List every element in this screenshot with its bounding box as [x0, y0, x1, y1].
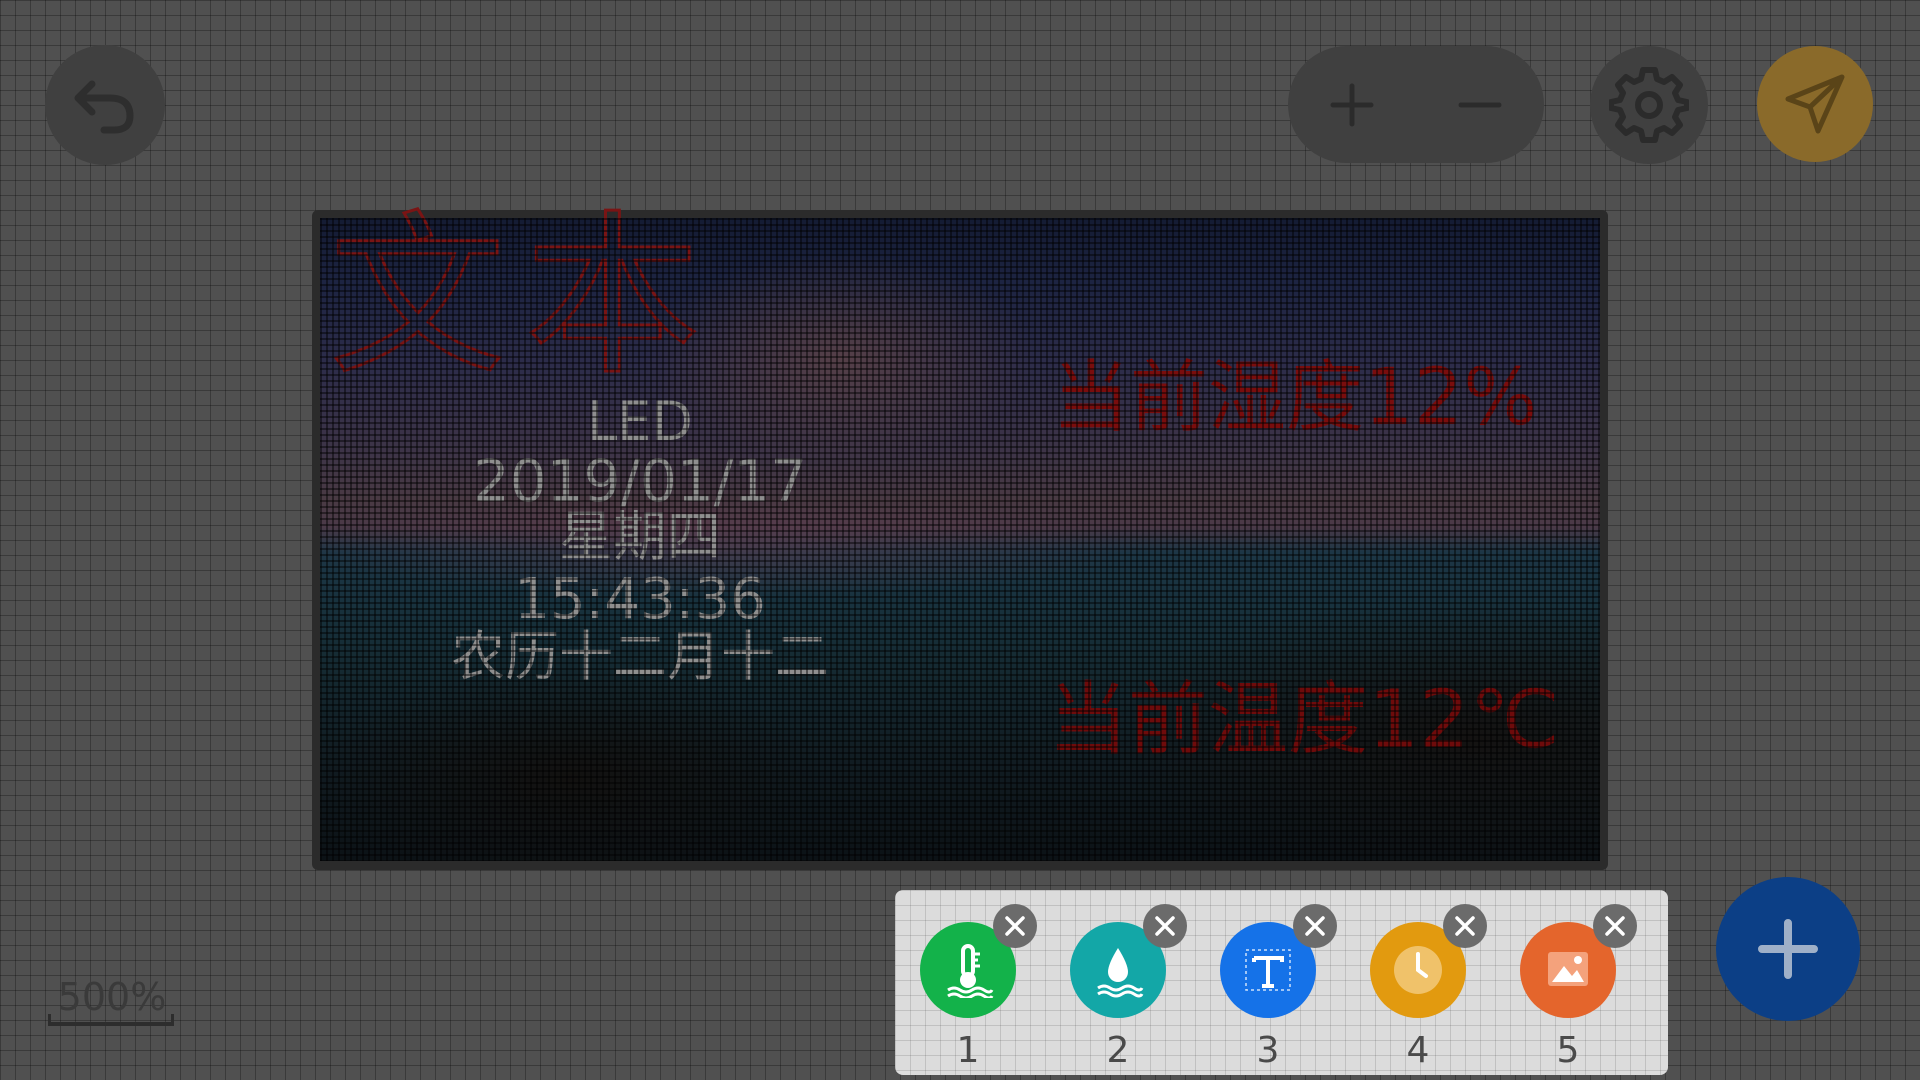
plus-icon — [1330, 83, 1374, 126]
close-icon — [1305, 916, 1325, 936]
led-text-item[interactable]: 文本 — [329, 209, 720, 387]
plus-icon — [1758, 919, 1818, 979]
layer-4-remove-button[interactable] — [1443, 904, 1487, 948]
layer-item-2: 2 — [1045, 890, 1195, 1075]
layer-number: 2 — [1106, 1030, 1130, 1071]
thermometer-icon — [947, 944, 994, 998]
layer-item-1: 1 — [895, 890, 1045, 1075]
zoom-scale-bar — [48, 1014, 174, 1026]
layer-2-remove-button[interactable] — [1143, 904, 1187, 948]
settings-button[interactable] — [1590, 46, 1708, 164]
layer-item-3: 3 — [1195, 890, 1345, 1075]
layer-number: 3 — [1256, 1030, 1280, 1071]
layer-tray: 1 2 3 4 5 — [895, 890, 1668, 1075]
layer-1-remove-button[interactable] — [993, 904, 1037, 948]
text-icon — [1245, 949, 1291, 991]
zoom-level-label: 500% — [57, 975, 167, 1019]
layer-number: 5 — [1556, 1030, 1580, 1071]
clock-time[interactable]: 15:43:36 — [340, 572, 940, 628]
zoom-controls — [1288, 46, 1544, 163]
water-drop-icon — [1097, 948, 1144, 998]
layer-3-remove-button[interactable] — [1293, 904, 1337, 948]
close-icon — [1155, 916, 1175, 936]
zoom-in-button[interactable] — [1302, 55, 1402, 155]
close-icon — [1605, 916, 1625, 936]
layer-item-4: 4 — [1345, 890, 1495, 1075]
back-button[interactable] — [45, 45, 165, 165]
layer-5-remove-button[interactable] — [1593, 904, 1637, 948]
zoom-out-button[interactable] — [1430, 55, 1530, 155]
minus-icon — [1458, 102, 1502, 107]
clock-icon — [1394, 946, 1442, 994]
humidity-item[interactable]: 当前湿度12% — [1052, 335, 1537, 447]
gear-icon — [1609, 67, 1689, 143]
layer-item-5: 5 — [1495, 890, 1645, 1075]
layer-number: 4 — [1406, 1030, 1430, 1071]
temperature-item[interactable]: 当前温度12℃ — [1048, 655, 1560, 771]
paper-plane-icon — [1785, 74, 1845, 134]
layer-number: 1 — [956, 1030, 980, 1071]
clock-label[interactable]: LED — [340, 395, 940, 449]
add-item-button[interactable] — [1716, 877, 1860, 1021]
image-icon — [1548, 952, 1588, 986]
undo-arrow-icon — [74, 80, 134, 134]
close-icon — [1455, 916, 1475, 936]
close-icon — [1005, 916, 1025, 936]
send-button[interactable] — [1757, 46, 1873, 162]
clock-lunar-date[interactable]: 农历十二月十二 — [340, 630, 940, 684]
clock-date[interactable]: 2019/01/17 — [340, 452, 940, 510]
clock-weekday[interactable]: 星期四 — [340, 510, 940, 564]
